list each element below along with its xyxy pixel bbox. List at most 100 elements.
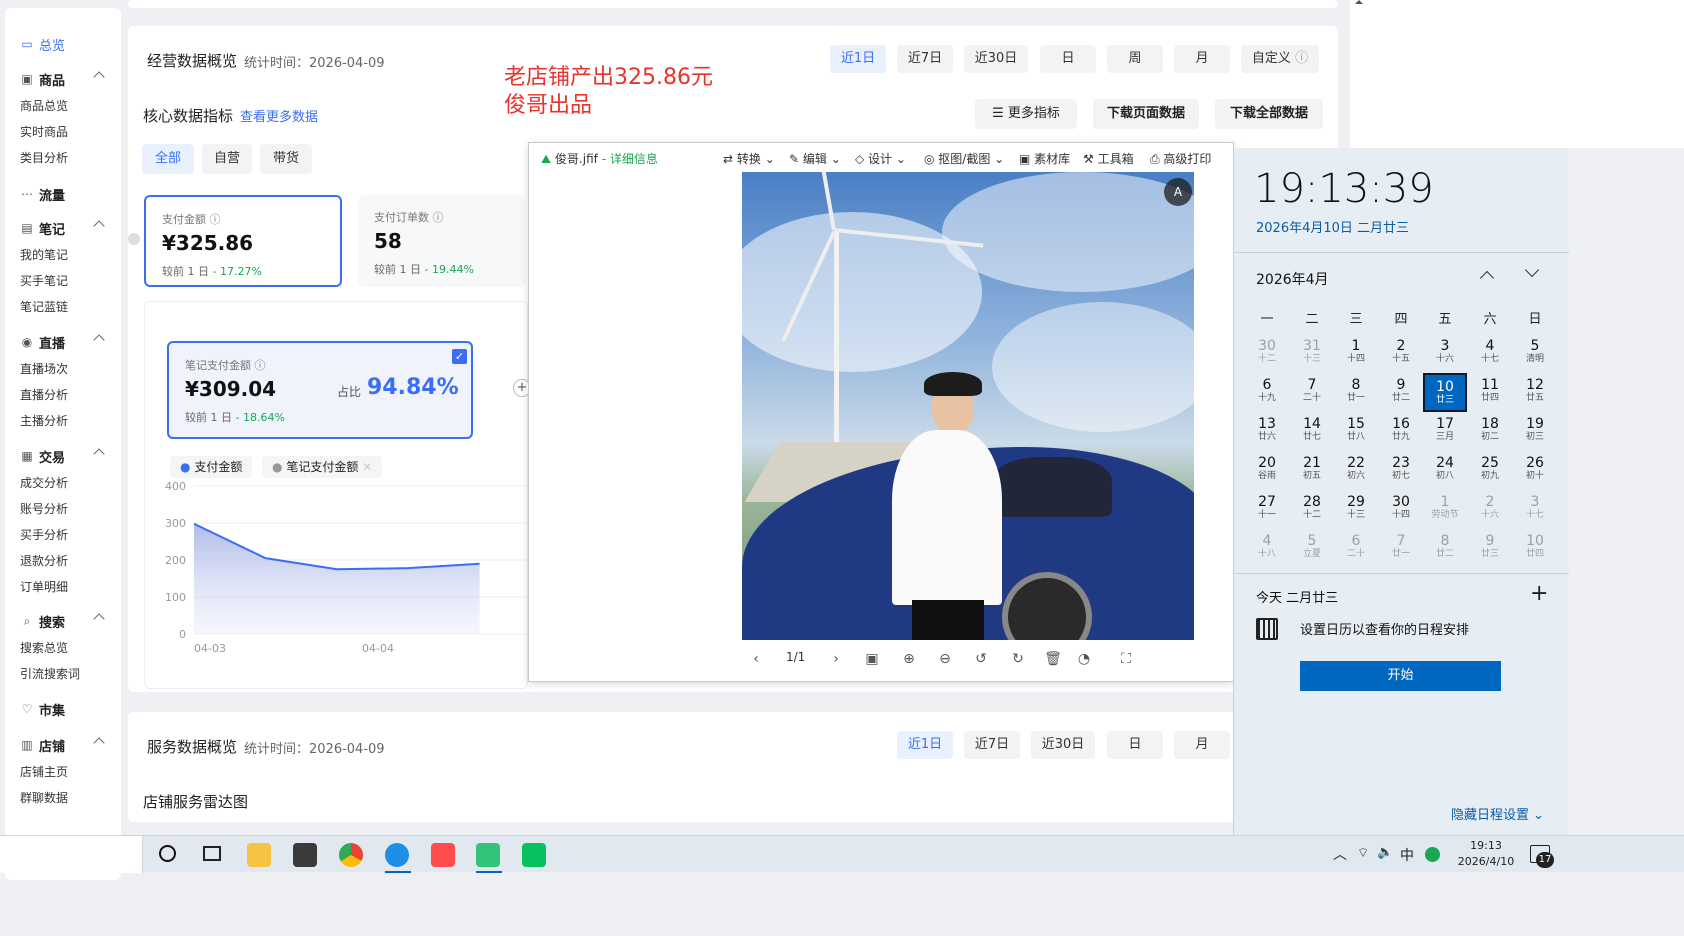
hide-agenda-link[interactable]: 隐藏日程设置 ⌄ bbox=[1451, 804, 1544, 823]
wifi-icon[interactable]: ⌔ bbox=[1357, 845, 1369, 861]
sidebar-item-1[interactable]: ▣ 商品 bbox=[5, 67, 121, 91]
rotate-left-icon[interactable]: ↺ bbox=[971, 649, 991, 669]
sidebar-subitem[interactable]: 商品总览 bbox=[20, 97, 68, 114]
calendar-day[interactable]: 5 清明 bbox=[1513, 334, 1557, 373]
legend-pay-amount[interactable]: ● 支付金额 bbox=[170, 456, 253, 478]
calendar-day[interactable]: 22 初六 bbox=[1334, 451, 1378, 490]
calendar-day[interactable]: 9 廿二 bbox=[1379, 373, 1423, 412]
sidebar-subitem[interactable]: 主播分析 bbox=[20, 412, 68, 429]
image-viewer-app-icon[interactable] bbox=[476, 843, 500, 867]
legend-note-pay-amount[interactable]: ● 笔记支付金额 ✕ bbox=[262, 456, 383, 478]
sidebar-subitem[interactable]: 直播场次 bbox=[20, 360, 68, 377]
calendar-day[interactable]: 17 三月 bbox=[1423, 412, 1467, 451]
calendar-day[interactable]: 12 廿五 bbox=[1513, 373, 1557, 412]
chevron-up-icon[interactable] bbox=[93, 334, 105, 346]
sidebar-subitem[interactable]: 搜索总览 bbox=[20, 639, 68, 656]
date-btn-1[interactable]: 近7日 bbox=[897, 45, 953, 73]
detail-info-link[interactable]: - 详细信息 bbox=[602, 152, 658, 166]
calendar-day[interactable]: 29 十三 bbox=[1334, 490, 1378, 529]
calendar-day[interactable]: 5 立夏 bbox=[1290, 529, 1334, 568]
calendar-day[interactable]: 2 十五 bbox=[1379, 334, 1423, 373]
calendar-day[interactable]: 4 十八 bbox=[1245, 529, 1289, 568]
note-pay-card[interactable]: 笔记支付金额 ⓘ ¥309.04 占比 94.84% 较前 1 日 - 18.6… bbox=[167, 341, 473, 439]
sidebar-subitem[interactable]: 笔记蓝链 bbox=[20, 298, 68, 315]
prev-card-arrow[interactable] bbox=[128, 233, 140, 245]
calendar-day[interactable]: 13 廿六 bbox=[1245, 412, 1289, 451]
show-hidden-icons[interactable]: ︿ bbox=[1333, 844, 1347, 864]
calendar-day[interactable]: 25 初九 bbox=[1468, 451, 1512, 490]
delete-icon[interactable]: 🗑 bbox=[1043, 649, 1063, 669]
metric-card-pay-amount[interactable]: 支付金额 ⓘ ¥325.86 较前 1 日 - 17.27% bbox=[144, 195, 342, 287]
cortana-icon[interactable] bbox=[159, 845, 176, 862]
actual-size-icon[interactable]: ▣ bbox=[862, 649, 882, 669]
file-explorer-icon[interactable] bbox=[247, 843, 271, 867]
add-event-icon[interactable]: + bbox=[1530, 581, 1548, 606]
sidebar-subitem[interactable]: 买手笔记 bbox=[20, 272, 68, 289]
viewer-tool-3[interactable]: ◎ 抠图/截图 ⌄ bbox=[924, 150, 1004, 167]
viewer-tool-4[interactable]: ▣ 素材库 bbox=[1019, 150, 1070, 167]
calendar-day[interactable]: 19 初三 bbox=[1513, 412, 1557, 451]
taskbar-search-box[interactable] bbox=[0, 836, 143, 873]
tab-all[interactable]: 全部 bbox=[142, 144, 194, 174]
chrome-icon[interactable] bbox=[339, 843, 363, 867]
calendar-day-today[interactable]: 10 廿三 bbox=[1423, 373, 1467, 412]
calendar-day[interactable]: 4 十七 bbox=[1468, 334, 1512, 373]
fullscreen-icon[interactable]: ⛶ bbox=[1116, 649, 1136, 669]
calendar-day[interactable]: 24 初八 bbox=[1423, 451, 1467, 490]
calendar-day[interactable]: 23 初七 bbox=[1379, 451, 1423, 490]
calendar-day[interactable]: 1 十四 bbox=[1334, 334, 1378, 373]
calendar-day[interactable]: 15 廿八 bbox=[1334, 412, 1378, 451]
more-icon[interactable]: ◔ bbox=[1074, 649, 1094, 669]
sidebar-item-2[interactable]: ⋯ 流量 bbox=[5, 182, 121, 206]
service-date-btn-3[interactable]: 日 bbox=[1107, 731, 1163, 759]
sidebar-subitem[interactable]: 退款分析 bbox=[20, 552, 68, 569]
calendar-day[interactable]: 30 十二 bbox=[1245, 334, 1289, 373]
edge-icon[interactable] bbox=[385, 843, 409, 867]
sidebar-subitem[interactable]: 账号分析 bbox=[20, 500, 68, 517]
calendar-day[interactable]: 2 十六 bbox=[1468, 490, 1512, 529]
calendar-day[interactable]: 11 廿四 bbox=[1468, 373, 1512, 412]
viewer-tool-5[interactable]: ⚒ 工具箱 bbox=[1083, 150, 1134, 167]
viewer-tool-0[interactable]: ⇄ 转换 ⌄ bbox=[723, 150, 775, 167]
calendar-day[interactable]: 27 十一 bbox=[1245, 490, 1289, 529]
service-date-btn-1[interactable]: 近7日 bbox=[964, 731, 1020, 759]
calendar-day[interactable]: 7 二十 bbox=[1290, 373, 1334, 412]
chevron-up-icon[interactable] bbox=[93, 737, 105, 749]
download-all-button[interactable]: 下载全部数据 bbox=[1215, 99, 1323, 129]
date-btn-2[interactable]: 近30日 bbox=[964, 45, 1028, 73]
sidebar-subitem[interactable]: 成交分析 bbox=[20, 474, 68, 491]
calendar-day[interactable]: 18 初二 bbox=[1468, 412, 1512, 451]
calendar-day[interactable]: 9 廿三 bbox=[1468, 529, 1512, 568]
date-btn-0[interactable]: 近1日 bbox=[830, 45, 886, 73]
tray-app-icon[interactable] bbox=[1425, 847, 1440, 862]
viewer-tool-1[interactable]: ✎ 编辑 ⌄ bbox=[789, 150, 841, 167]
calendar-day[interactable]: 8 廿二 bbox=[1423, 529, 1467, 568]
calendar-day[interactable]: 14 廿七 bbox=[1290, 412, 1334, 451]
calendar-month[interactable]: 2026年4月 bbox=[1256, 269, 1329, 289]
metric-card-order-count[interactable]: 支付订单数 ⓘ 58 较前 1 日 - 19.44% bbox=[358, 195, 526, 287]
prev-month-icon[interactable] bbox=[1479, 268, 1496, 286]
calendar-day[interactable]: 3 十七 bbox=[1513, 490, 1557, 529]
calendar-day[interactable]: 31 十三 bbox=[1290, 334, 1334, 373]
calendar-day[interactable]: 10 廿四 bbox=[1513, 529, 1557, 568]
sidebar-subitem[interactable]: 实时商品 bbox=[20, 123, 68, 140]
service-date-btn-4[interactable]: 月 bbox=[1174, 731, 1230, 759]
sidebar-item-6[interactable]: ⌕ 搜索 bbox=[5, 609, 121, 633]
mail-icon[interactable] bbox=[293, 843, 317, 867]
sidebar-item-5[interactable]: ▦ 交易 bbox=[5, 444, 121, 468]
service-date-btn-0[interactable]: 近1日 bbox=[897, 731, 953, 759]
volume-icon[interactable]: 🔈 bbox=[1377, 845, 1393, 860]
calendar-day[interactable]: 6 二十 bbox=[1334, 529, 1378, 568]
calendar-day[interactable]: 8 廿一 bbox=[1334, 373, 1378, 412]
sidebar-item-8[interactable]: ▥ 店铺 bbox=[5, 733, 121, 757]
date-btn-5[interactable]: 月 bbox=[1174, 45, 1230, 73]
calendar-day[interactable]: 7 廿一 bbox=[1379, 529, 1423, 568]
date-btn-3[interactable]: 日 bbox=[1040, 45, 1096, 73]
sidebar-subitem[interactable]: 订单明细 bbox=[20, 578, 68, 595]
start-button[interactable]: 开始 bbox=[1300, 661, 1501, 691]
sidebar-subitem[interactable]: 店铺主页 bbox=[20, 763, 68, 780]
calendar-day[interactable]: 20 谷雨 bbox=[1245, 451, 1289, 490]
sidebar-subitem[interactable]: 引流搜索词 bbox=[20, 665, 80, 682]
date-btn-6[interactable]: 自定义 ⓘ bbox=[1241, 45, 1319, 73]
service-date-btn-2[interactable]: 近30日 bbox=[1031, 731, 1095, 759]
